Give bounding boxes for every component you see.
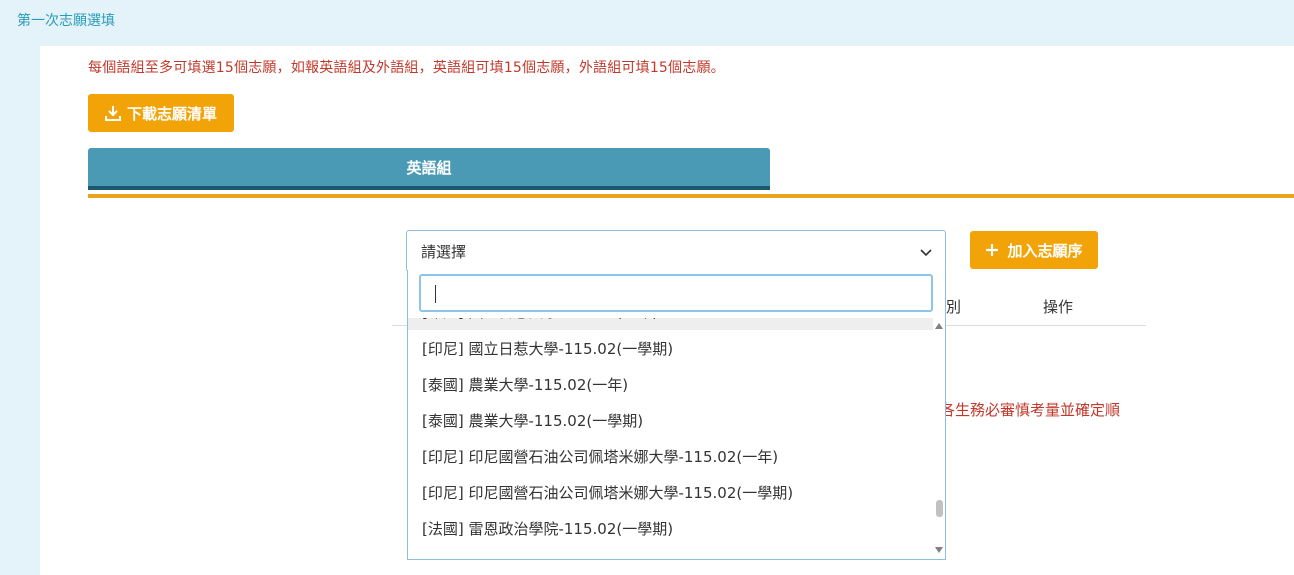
- page-header: 第一次志願選填: [0, 0, 1294, 42]
- school-select[interactable]: 請選擇: [406, 230, 946, 272]
- school-select-value: 請選擇: [421, 243, 467, 261]
- table-header-actions: 操作: [1043, 298, 1074, 316]
- table-header-type: 別: [946, 298, 962, 316]
- select-dropdown: [印尼] 國立日惹大學-115.02(一年) [印尼] 國立日惹大學-115.0…: [407, 270, 946, 560]
- dropdown-option[interactable]: [印尼] 國立日惹大學-115.02(一學期): [408, 331, 933, 367]
- dropdown-option[interactable]: [印尼] 國立日惹大學-115.02(一年): [408, 318, 933, 330]
- plus-icon: [986, 244, 999, 256]
- tab-english-group[interactable]: 英語組: [88, 148, 770, 190]
- scroll-up-icon[interactable]: [935, 322, 943, 330]
- download-list-label: 下載志願清單: [126, 104, 217, 123]
- tab-underline: [88, 194, 1294, 198]
- dropdown-option[interactable]: [泰國] 農業大學-115.02(一學期): [408, 403, 933, 439]
- download-icon: [104, 106, 121, 121]
- text-caret: [435, 285, 436, 303]
- scroll-down-icon[interactable]: [935, 546, 943, 554]
- dropdown-option[interactable]: [印尼] 印尼國營石油公司佩塔米娜大學-115.02(一學期): [408, 475, 933, 511]
- dropdown-option[interactable]: [泰國] 農業大學-115.02(一年): [408, 367, 933, 403]
- dropdown-options: [印尼] 國立日惹大學-115.02(一年) [印尼] 國立日惹大學-115.0…: [408, 318, 933, 559]
- dropdown-search-input[interactable]: [419, 274, 933, 312]
- scroll-thumb[interactable]: [936, 500, 943, 517]
- add-preference-button[interactable]: 加入志願序: [970, 231, 1098, 269]
- chevron-down-icon: [920, 249, 932, 257]
- notice-text: 每個語組至多可填選15個志願，如報英語組及外語組，英語組可填15個志願，外語組可…: [88, 60, 725, 76]
- dropdown-scrollbar[interactable]: [933, 318, 945, 559]
- add-preference-label: 加入志願序: [1007, 241, 1083, 260]
- tab-english-group-label: 英語組: [406, 158, 452, 177]
- download-list-button[interactable]: 下載志願清單: [88, 94, 234, 132]
- dropdown-option[interactable]: [印尼] 印尼國營石油公司佩塔米娜大學-115.02(一年): [408, 439, 933, 475]
- dropdown-option[interactable]: [法國] 雷恩政治學院-115.02(一學期): [408, 511, 933, 547]
- hint-text: 各生務必審慎考量並確定順: [940, 401, 1121, 419]
- page-title: 第一次志願選填: [17, 13, 115, 29]
